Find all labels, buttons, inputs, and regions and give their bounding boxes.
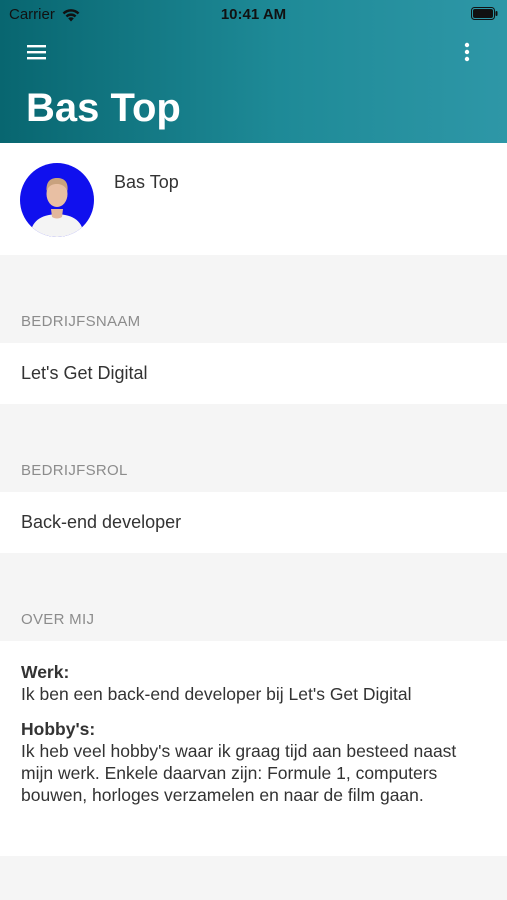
profile-name: Bas Top	[114, 172, 179, 192]
work-heading: Werk:	[21, 662, 70, 682]
about-me-text: Werk: Ik ben een back-end developer bij …	[21, 661, 491, 806]
status-time: 10:41 AM	[220, 6, 287, 23]
company-role-label: BEDRIJFSROL	[21, 462, 128, 479]
company-name-value: Let's Get Digital	[21, 363, 148, 383]
about-me-label: OVER MIJ	[21, 611, 95, 628]
company-name-label: BEDRIJFSNAAM	[21, 313, 141, 330]
battery-icon	[471, 7, 498, 20]
company-role-row: Back-end developer	[0, 492, 507, 553]
person-avatar-icon	[30, 178, 84, 237]
hobby-heading: Hobby's:	[21, 719, 96, 739]
about-me-row: Werk: Ik ben een back-end developer bij …	[0, 641, 507, 856]
hamburger-menu-icon[interactable]	[26, 42, 48, 62]
app-header: Carrier 10:41 AM Bas Top	[0, 0, 507, 143]
page-title: Bas Top	[26, 86, 181, 130]
company-role-value: Back-end developer	[21, 512, 182, 532]
work-text: Ik ben een back-end developer bij Let's …	[21, 684, 412, 704]
more-vertical-icon[interactable]	[458, 41, 476, 63]
hobby-text: Ik heb veel hobby's waar ik graag tijd a…	[21, 741, 457, 805]
profile-row: Bas Top	[0, 143, 507, 255]
status-bar: Carrier 10:41 AM	[0, 0, 507, 28]
company-name-row: Let's Get Digital	[0, 343, 507, 404]
avatar	[20, 163, 94, 237]
